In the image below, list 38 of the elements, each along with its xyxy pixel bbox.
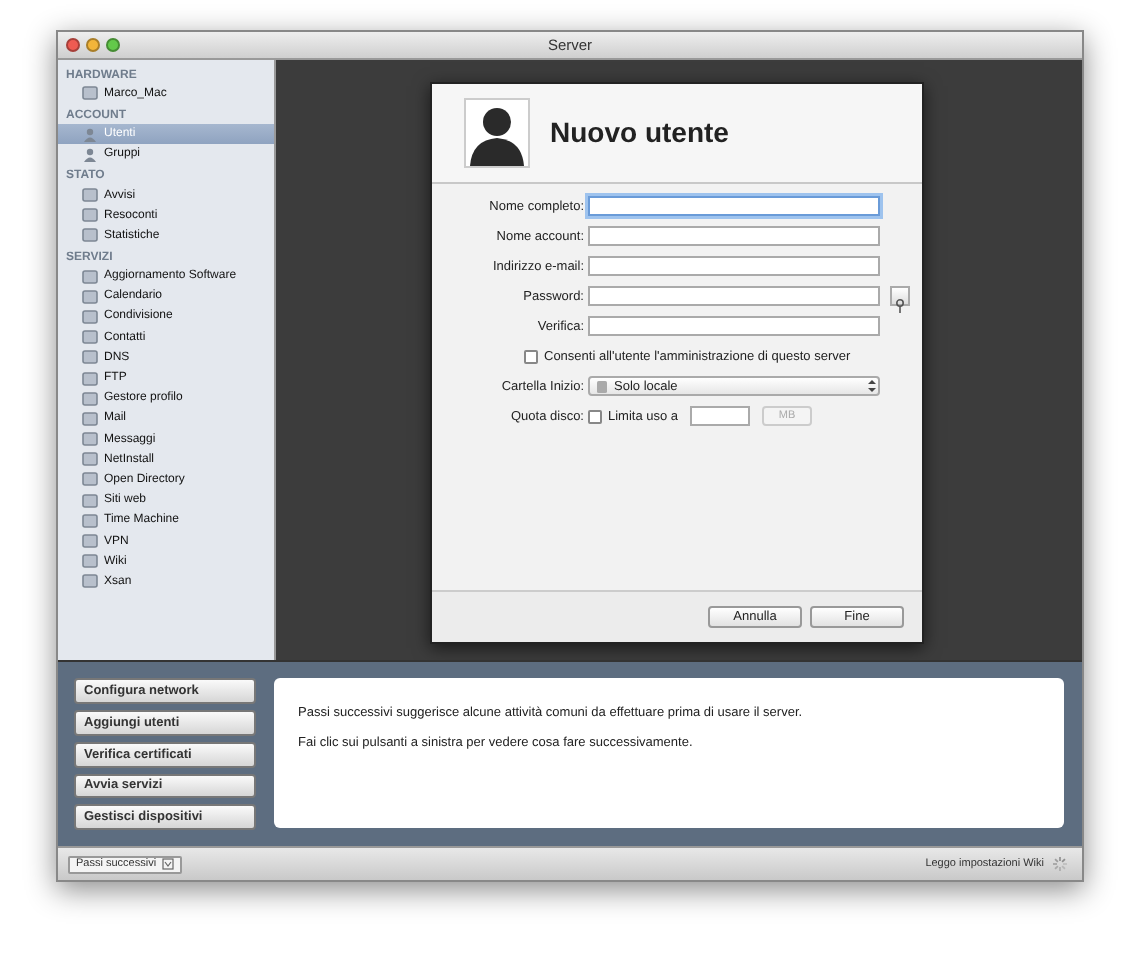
tile-icon [82,432,98,447]
checkbox[interactable] [524,349,538,364]
dialog-title: Nuovo utente [550,116,729,149]
toggle-icon [162,858,175,871]
input-field[interactable] [588,256,880,277]
tile-icon [82,208,98,223]
password-assistant-button[interactable] [890,286,910,307]
tile-icon [82,411,98,426]
tile-icon [82,309,98,324]
key-icon [892,298,908,315]
person-icon [82,147,98,162]
person-icon [82,127,98,142]
tile-icon [82,554,98,569]
spinner-icon [1052,856,1068,873]
tile-icon [82,269,98,284]
checkbox[interactable] [588,409,602,424]
tile-icon [82,188,98,202]
tile-icon [82,86,98,101]
input-field[interactable] [588,316,880,337]
tile-icon [82,472,98,487]
tile-icon [82,289,98,304]
tile-icon [82,452,98,467]
stepper-arrows-icon [866,378,878,395]
tile-icon [82,350,98,365]
tile-icon [82,574,98,589]
tile-icon [82,534,98,548]
input-field[interactable] [588,226,880,247]
close-button[interactable] [66,37,80,52]
tile-icon [82,513,98,528]
tile-icon [82,391,98,406]
tile-icon [82,371,98,385]
tile-icon [82,330,98,345]
zoom-button[interactable] [106,37,120,52]
tile-icon [82,493,98,508]
minimize-button[interactable] [86,37,100,52]
tile-icon [82,228,98,243]
input-field[interactable] [588,196,880,217]
input-field[interactable] [588,286,880,307]
